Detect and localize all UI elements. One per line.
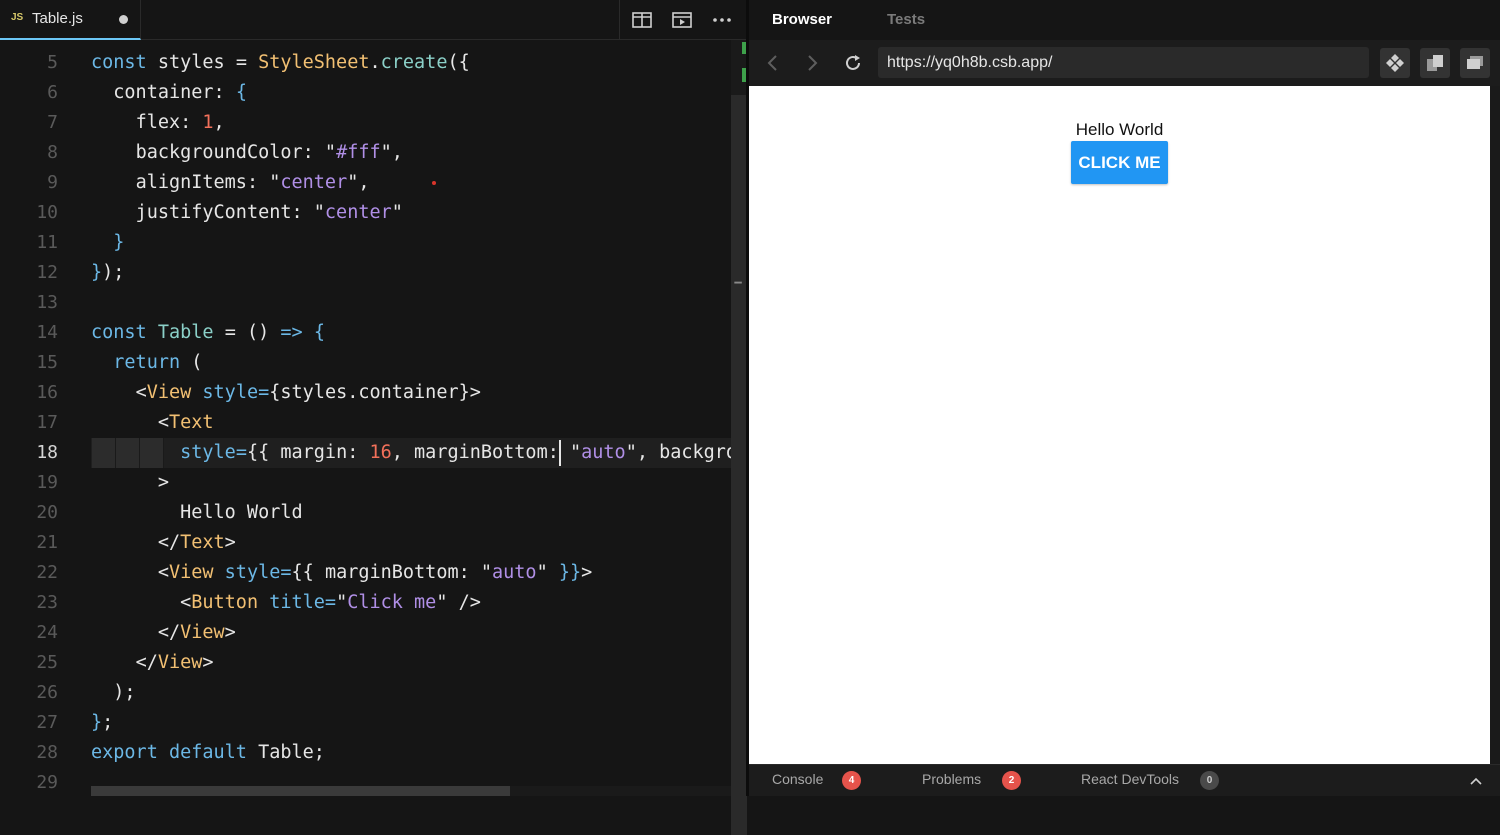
reload-icon[interactable]: [843, 53, 863, 73]
line-number: 24: [36, 622, 58, 643]
line-number: 13: [36, 292, 58, 313]
line-number: 11: [36, 232, 58, 253]
back-icon[interactable]: [763, 53, 783, 73]
line-number: 19: [36, 472, 58, 493]
line-number: 29: [36, 772, 58, 793]
tab-console[interactable]: Console: [772, 771, 823, 787]
line-number: 12: [36, 262, 58, 283]
browser-navbar: https://yq0h8b.csb.app/: [749, 40, 1500, 86]
editor-actions: [619, 0, 747, 40]
code-line: };: [91, 712, 114, 733]
line-number: 9: [47, 172, 58, 193]
tab-filename: Table.js: [32, 10, 83, 27]
line-number: 25: [36, 652, 58, 673]
tab-problems[interactable]: Problems: [922, 771, 981, 787]
line-number: 5: [47, 52, 58, 73]
line-number: 26: [36, 682, 58, 703]
fullscreen-icon: [1467, 56, 1483, 69]
code-line: );: [113, 682, 136, 703]
preview-hello-text: Hello World: [1075, 120, 1164, 139]
code-editor: JS Table.js 5 6 7 8 9 10 11 12 13 14 15 1: [0, 0, 747, 835]
code-line: alignItems: "center",: [135, 172, 370, 193]
line-number: 22: [36, 562, 58, 583]
responsive-mode-button[interactable]: [1380, 48, 1410, 78]
code-line: const Table = () => {: [91, 322, 325, 343]
scrollbar-thumb[interactable]: [91, 786, 510, 796]
code-line-active: style={{ margin: 16, marginBottom: "auto…: [180, 442, 731, 463]
line-number: 7: [47, 112, 58, 133]
code-line: </Text>: [157, 532, 236, 553]
code-line: });: [91, 262, 125, 283]
line-number: 8: [47, 142, 58, 163]
console-count-badge: 4: [842, 771, 861, 790]
preview-viewport[interactable]: Hello World CLICK ME: [749, 86, 1490, 764]
tab-tests[interactable]: Tests: [887, 11, 925, 28]
code-line: Hello World: [180, 502, 303, 523]
cursor-position-marker-icon: ▔: [734, 282, 742, 296]
code-line: <Button title="Click me" />: [180, 592, 481, 613]
open-new-window-button[interactable]: [1420, 48, 1450, 78]
devtools-bar: Console 4 Problems 2 React DevTools 0: [749, 764, 1500, 796]
line-number: 21: [36, 532, 58, 553]
js-file-icon: JS: [11, 12, 24, 23]
problems-count-badge: 2: [1002, 771, 1021, 790]
line-number: 6: [47, 82, 58, 103]
code-line: <Text: [157, 412, 214, 433]
preview-scrollbar[interactable]: [1490, 86, 1500, 764]
forward-icon[interactable]: [802, 53, 822, 73]
line-number: 16: [36, 382, 58, 403]
code-line: }: [113, 232, 125, 253]
browser-pane: Browser Tests https://yq0h8b.csb.app/ He…: [749, 0, 1500, 796]
unsaved-dot-icon[interactable]: [119, 15, 128, 24]
code-line: </View>: [135, 652, 214, 673]
code-line: </View>: [157, 622, 236, 643]
line-number: 14: [36, 322, 58, 343]
code-line: justifyContent: "center": [135, 202, 403, 223]
click-me-button[interactable]: CLICK ME: [1071, 141, 1168, 184]
code-line: container: {: [113, 82, 247, 103]
open-preview-icon[interactable]: [671, 10, 693, 30]
code-line: <View style={{ marginBottom: "auto" }}>: [157, 562, 593, 583]
code-line: backgroundColor: "#fff",: [135, 142, 403, 163]
code-line: export default Table;: [91, 742, 325, 763]
tab-react-devtools[interactable]: React DevTools: [1081, 771, 1179, 787]
new-window-icon: [1427, 55, 1443, 71]
line-number: 28: [36, 742, 58, 763]
lint-marker-icon: [432, 181, 436, 185]
text-cursor: [559, 440, 561, 466]
line-number: 17: [36, 412, 58, 433]
line-number: 20: [36, 502, 58, 523]
line-number: 27: [36, 712, 58, 733]
browser-tabbar: Browser Tests: [749, 0, 1500, 40]
split-editor-icon[interactable]: [631, 10, 653, 30]
code-line: flex: 1,: [135, 112, 225, 133]
code-area[interactable]: const styles = StyleSheet.create({ conta…: [91, 48, 731, 788]
tab-table-js[interactable]: JS Table.js: [0, 0, 141, 40]
code-line: <View style={styles.container}>: [135, 382, 481, 403]
fullscreen-button[interactable]: [1460, 48, 1490, 78]
line-number: 23: [36, 592, 58, 613]
editor-horizontal-scrollbar[interactable]: [91, 786, 731, 796]
more-options-icon[interactable]: [711, 10, 733, 30]
devtools-count-badge: 0: [1200, 771, 1219, 790]
url-bar[interactable]: https://yq0h8b.csb.app/: [878, 47, 1369, 78]
tab-browser[interactable]: Browser: [772, 11, 832, 28]
line-number: 10: [36, 202, 58, 223]
code-line: return (: [113, 352, 203, 373]
editor-vertical-scrollbar[interactable]: [731, 40, 747, 835]
devices-icon: [1386, 54, 1404, 72]
chevron-up-icon[interactable]: [1470, 777, 1482, 785]
line-number: 15: [36, 352, 58, 373]
scrollbar-thumb[interactable]: [731, 95, 747, 835]
code-line: const styles = StyleSheet.create({: [91, 52, 470, 73]
code-line: >: [157, 472, 169, 493]
editor-tabbar: JS Table.js: [0, 0, 747, 40]
line-number: 18: [36, 442, 58, 463]
